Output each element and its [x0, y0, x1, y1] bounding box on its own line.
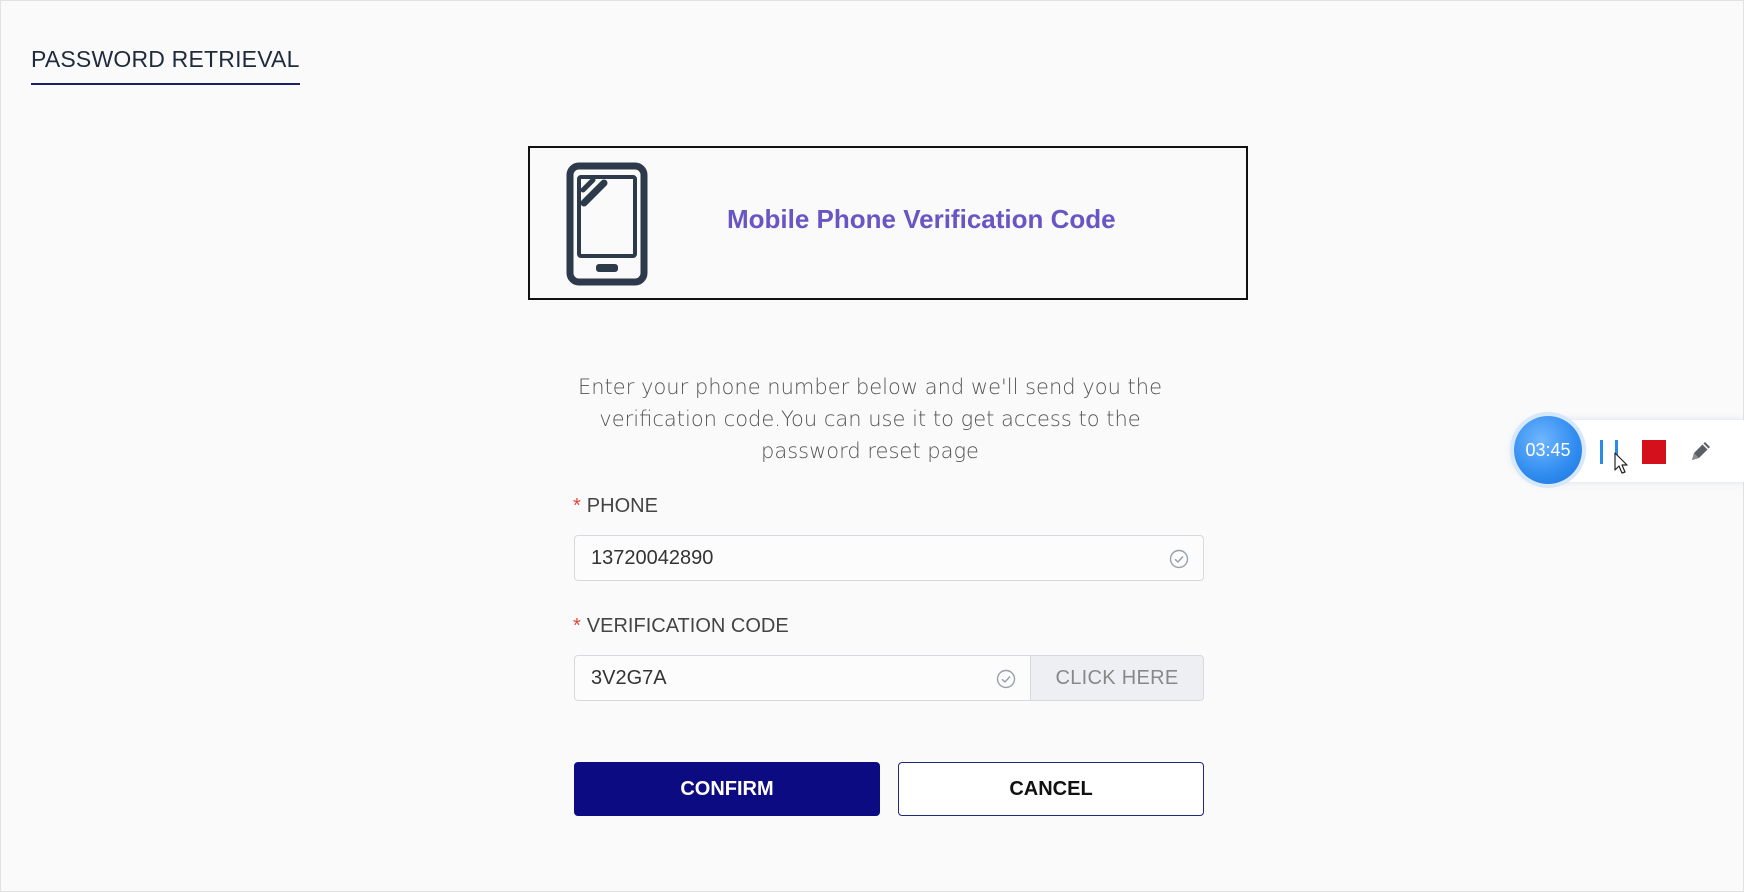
cancel-button[interactable]: CANCEL [898, 762, 1204, 816]
pen-icon[interactable] [1686, 438, 1714, 466]
phone-label: * PHONE [573, 495, 658, 518]
recording-timer[interactable]: 03:45 [1514, 416, 1582, 484]
tab-password-retrieval[interactable]: PASSWORD RETRIEVAL [31, 46, 300, 85]
mouse-cursor-icon [1614, 452, 1628, 474]
banner-title: Mobile Phone Verification Code [727, 204, 1116, 234]
check-circle-icon [996, 669, 1016, 689]
phone-label-text: PHONE [586, 495, 658, 517]
phone-field-container [574, 535, 1204, 581]
phone-input[interactable] [575, 536, 1203, 580]
instructions-text: Enter your phone number below and we'll … [577, 375, 1163, 463]
check-circle-icon [1169, 549, 1189, 569]
required-marker: * [573, 615, 581, 637]
stop-icon[interactable] [1642, 440, 1666, 464]
verification-code-label: * VERIFICATION CODE [573, 615, 789, 638]
send-code-button[interactable]: CLICK HERE [1030, 655, 1204, 701]
verification-code-field-container [574, 655, 1031, 701]
verification-code-label-text: VERIFICATION CODE [586, 615, 789, 637]
confirm-button[interactable]: CONFIRM [574, 762, 880, 816]
required-marker: * [573, 495, 581, 517]
verification-code-input[interactable] [575, 656, 1030, 700]
verification-method-banner: Mobile Phone Verification Code [528, 146, 1248, 300]
mobile-phone-icon [566, 162, 648, 286]
